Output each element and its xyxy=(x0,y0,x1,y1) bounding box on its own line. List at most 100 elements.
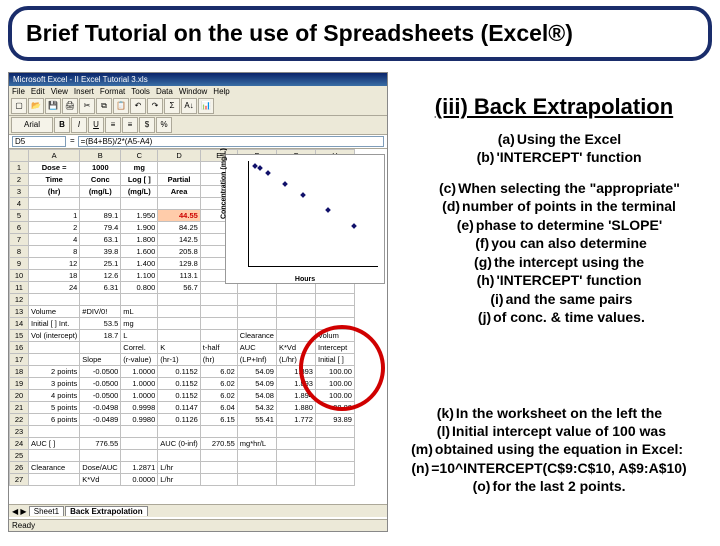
cell[interactable]: Log [ ] xyxy=(121,174,158,186)
cell[interactable] xyxy=(315,438,354,450)
cell[interactable]: 0.1152 xyxy=(158,366,201,378)
cell[interactable]: Clearance xyxy=(237,330,276,342)
cell[interactable]: (mg/L) xyxy=(80,186,121,198)
cell[interactable]: Clearance xyxy=(29,462,80,474)
cell[interactable]: 6.31 xyxy=(80,282,121,294)
cell[interactable]: 1.400 xyxy=(121,258,158,270)
row-header[interactable]: 14 xyxy=(10,318,29,330)
col-header[interactable]: A xyxy=(29,150,80,162)
cell[interactable]: 6.02 xyxy=(200,366,237,378)
row-header[interactable]: 25 xyxy=(10,450,29,462)
cell[interactable] xyxy=(200,474,237,486)
cell[interactable] xyxy=(200,294,237,306)
cell[interactable]: 205.8 xyxy=(158,246,201,258)
cell[interactable] xyxy=(276,450,315,462)
cell[interactable] xyxy=(276,474,315,486)
cell[interactable]: -0.0500 xyxy=(80,366,121,378)
cell[interactable]: 0.0000 xyxy=(121,474,158,486)
sheet-tab[interactable]: Back Extrapolation xyxy=(65,506,147,516)
cell[interactable] xyxy=(315,474,354,486)
cell[interactable] xyxy=(80,294,121,306)
cell[interactable]: Correl. xyxy=(121,342,158,354)
cell[interactable]: 53.5 xyxy=(80,318,121,330)
cell[interactable]: (mg/L) xyxy=(121,186,158,198)
cell[interactable]: 270.55 xyxy=(200,438,237,450)
cell[interactable]: 54.09 xyxy=(237,378,276,390)
cell[interactable]: K*Vd xyxy=(80,474,121,486)
cell[interactable]: 6 points xyxy=(29,414,80,426)
cell[interactable]: 0.1152 xyxy=(158,378,201,390)
cell[interactable]: 3 points xyxy=(29,378,80,390)
cell[interactable] xyxy=(29,450,80,462)
cell[interactable]: 1 xyxy=(29,210,80,222)
cell[interactable]: #DIV/0! xyxy=(80,306,121,318)
cell[interactable]: 2 xyxy=(29,222,80,234)
row-header[interactable]: 6 xyxy=(10,222,29,234)
cell[interactable]: 6.04 xyxy=(200,402,237,414)
underline-icon[interactable]: U xyxy=(88,117,104,133)
cell[interactable]: t-half xyxy=(200,342,237,354)
row-header[interactable]: 12 xyxy=(10,294,29,306)
cell[interactable] xyxy=(200,306,237,318)
cell[interactable] xyxy=(237,318,276,330)
row-header[interactable]: 20 xyxy=(10,390,29,402)
cell[interactable]: 0.9998 xyxy=(121,402,158,414)
cell[interactable]: 1.600 xyxy=(121,246,158,258)
sheet-tabs[interactable]: ◀ ▶ Sheet1Back Extrapolation xyxy=(9,504,387,517)
cell[interactable] xyxy=(121,294,158,306)
cell[interactable]: 776.55 xyxy=(80,438,121,450)
col-header[interactable]: B xyxy=(80,150,121,162)
cell[interactable]: K*Vd xyxy=(276,342,315,354)
save-icon[interactable]: 💾 xyxy=(45,98,61,114)
cell[interactable]: 1.772 xyxy=(276,414,315,426)
cell[interactable]: 79.4 xyxy=(80,222,121,234)
cell[interactable]: 100.00 xyxy=(315,378,354,390)
cell[interactable]: 6.15 xyxy=(200,414,237,426)
undo-icon[interactable]: ↶ xyxy=(130,98,146,114)
cell[interactable]: Time xyxy=(29,174,80,186)
cell[interactable] xyxy=(276,330,315,342)
cell[interactable]: 1.2871 xyxy=(121,462,158,474)
cell[interactable]: 6.02 xyxy=(200,390,237,402)
cell[interactable]: 1000 xyxy=(80,162,121,174)
cell[interactable]: 5 points xyxy=(29,402,80,414)
col-header[interactable]: D xyxy=(158,150,201,162)
cell[interactable] xyxy=(29,474,80,486)
copy-icon[interactable]: ⧉ xyxy=(96,98,112,114)
cell[interactable] xyxy=(276,426,315,438)
cell[interactable]: 0.1147 xyxy=(158,402,201,414)
cell[interactable] xyxy=(80,342,121,354)
cell[interactable]: 12 xyxy=(29,258,80,270)
menu-help[interactable]: Help xyxy=(213,87,229,96)
cell[interactable] xyxy=(276,462,315,474)
row-header[interactable]: 3 xyxy=(10,186,29,198)
currency-icon[interactable]: $ xyxy=(139,117,155,133)
cell[interactable] xyxy=(29,198,80,210)
menu-view[interactable]: View xyxy=(51,87,68,96)
cell[interactable] xyxy=(158,426,201,438)
cell[interactable] xyxy=(315,462,354,474)
cell[interactable]: 93.89 xyxy=(315,414,354,426)
cell[interactable] xyxy=(237,474,276,486)
cell[interactable]: L xyxy=(121,330,158,342)
cell[interactable]: Slope xyxy=(80,354,121,366)
cell[interactable]: -0.0500 xyxy=(80,390,121,402)
cell[interactable]: 0.800 xyxy=(121,282,158,294)
cell[interactable] xyxy=(158,318,201,330)
cell[interactable]: mg xyxy=(121,162,158,174)
cell[interactable] xyxy=(237,306,276,318)
sort-icon[interactable]: A↓ xyxy=(181,98,197,114)
cell[interactable]: AUC (0-inf) xyxy=(158,438,201,450)
row-header[interactable]: 26 xyxy=(10,462,29,474)
cell[interactable]: 142.5 xyxy=(158,234,201,246)
formula-value[interactable]: =(B4+B5)/2*(A5-A4) xyxy=(78,136,384,147)
cell[interactable] xyxy=(80,198,121,210)
cell[interactable]: 0.1126 xyxy=(158,414,201,426)
cell[interactable]: 4 points xyxy=(29,390,80,402)
cell[interactable]: 1.900 xyxy=(121,222,158,234)
cell[interactable] xyxy=(237,426,276,438)
cell[interactable]: 55.41 xyxy=(237,414,276,426)
row-header[interactable]: 24 xyxy=(10,438,29,450)
cell[interactable] xyxy=(158,162,201,174)
cell[interactable]: 4 xyxy=(29,234,80,246)
